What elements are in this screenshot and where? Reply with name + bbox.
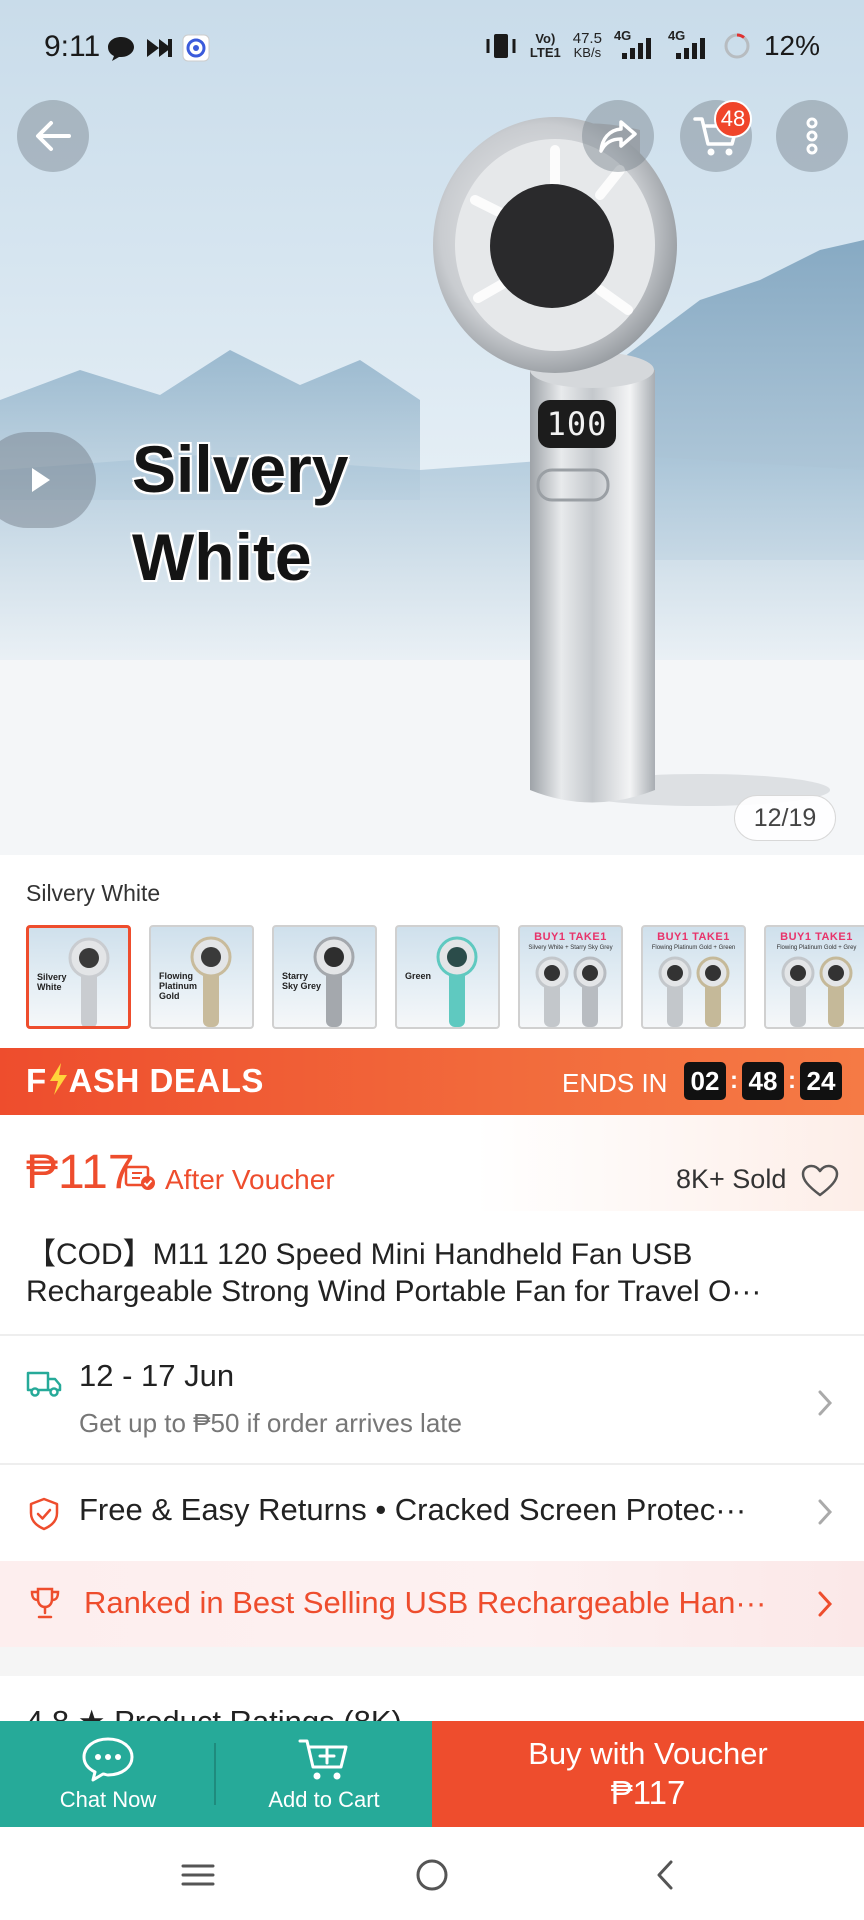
- buy-label: Buy with Voucher: [528, 1736, 768, 1771]
- vibrate-icon: [486, 34, 516, 58]
- flash-deals-title: F ASH DEALS: [26, 1062, 264, 1099]
- back-button[interactable]: [17, 100, 89, 172]
- fan-speed-display: 100: [538, 400, 616, 448]
- chevron-right-icon: [818, 1591, 833, 1617]
- buy-price: ₱117: [610, 1774, 686, 1811]
- variant-thumbnail[interactable]: Silvery White: [26, 925, 131, 1029]
- product-title-line2: Rechargeable Strong Wind Portable Fan fo…: [26, 1275, 762, 1308]
- heart-icon[interactable]: [800, 1163, 840, 1199]
- section-gap: [0, 1647, 864, 1676]
- play-icon: [32, 468, 50, 492]
- ends-in-label: ENDS IN: [562, 1068, 668, 1098]
- delivery-date: 12 - 17 Jun: [79, 1358, 235, 1393]
- variant-thumbnail[interactable]: Green: [395, 925, 500, 1029]
- system-back-button[interactable]: [636, 1847, 696, 1903]
- chevron-right-icon: [818, 1499, 833, 1525]
- recent-apps-button[interactable]: [168, 1847, 228, 1903]
- add-to-cart-button[interactable]: Add to Cart: [216, 1721, 432, 1827]
- battery-ring-icon: [724, 33, 750, 59]
- chat-now-button[interactable]: Chat Now: [0, 1721, 216, 1827]
- timer-seconds: 24: [800, 1062, 842, 1100]
- signal-sim2-icon: 4G: [668, 29, 710, 61]
- image-counter: 12/19: [734, 795, 836, 841]
- chat-now-label: Chat Now: [59, 1787, 157, 1812]
- add-to-cart-icon: [298, 1739, 348, 1780]
- cart-count-badge: 48: [714, 100, 752, 138]
- countdown-timer: 02 : 48 : 24: [684, 1062, 842, 1100]
- volte-indicator: Vo) LTE1: [529, 31, 561, 60]
- timer-hours: 02: [684, 1062, 726, 1100]
- home-circle-icon: [416, 1859, 448, 1891]
- media-forward-icon: [147, 39, 172, 57]
- chat-bubble-icon: [82, 1737, 134, 1782]
- home-button[interactable]: [402, 1847, 462, 1903]
- add-to-cart-label: Add to Cart: [268, 1787, 380, 1812]
- arrow-left-icon: [36, 121, 71, 151]
- voucher-icon: [124, 1165, 155, 1190]
- system-navigation-bar: [0, 1827, 864, 1920]
- trophy-icon: [30, 1587, 60, 1619]
- price: ₱117: [26, 1146, 135, 1199]
- signal-sim1-icon: 4G: [614, 29, 656, 61]
- variant-promo-label: BUY1 TAKE1: [780, 931, 853, 943]
- timer-minutes: 48: [742, 1062, 784, 1100]
- after-voucher-label: After Voucher: [165, 1164, 335, 1195]
- variant-caption-line2: White: [132, 520, 312, 594]
- divider: [0, 1334, 864, 1336]
- variant-thumbnail-label: Green: [405, 971, 432, 981]
- variant-thumbnail-label: Flowing Platinum Gold: [159, 971, 198, 1001]
- variant-caption-line1: Silvery: [132, 432, 349, 506]
- variant-thumbnail-strip: Silvery White Flowing Platinum Gold Starry…: [26, 925, 864, 1029]
- product-title-line1: 【COD】M11 120 Speed Mini Handheld Fan USB: [26, 1238, 693, 1271]
- variant-caption: Silvery White: [132, 425, 349, 601]
- price-row: ₱117 After Voucher 8K+ Sold: [0, 1115, 864, 1211]
- chevron-left-icon: [657, 1860, 673, 1890]
- variant-thumbnail[interactable]: BUY1 TAKE1 Silvery White + Starry Sky Gre…: [518, 925, 623, 1029]
- product-title: 【COD】M11 120 Speed Mini Handheld Fan USB…: [26, 1236, 846, 1310]
- message-icon: [108, 37, 134, 61]
- ranking-text: Ranked in Best Selling USB Rechargeable …: [84, 1585, 767, 1620]
- truck-icon: [26, 1371, 62, 1397]
- sold-count: 8K+ Sold: [676, 1164, 787, 1194]
- menu-lines-icon: [181, 1864, 215, 1886]
- variant-thumbnail-label: Starry Sky Grey: [282, 971, 322, 991]
- product-ratings-summary: 4.8 ★ Product Ratings (8K): [26, 1704, 402, 1722]
- system-indicators: Vo) LTE1 47.5 KB/s 4G 4G 12%: [484, 29, 820, 62]
- notification-icons: [106, 34, 210, 62]
- play-video-button[interactable]: [0, 432, 96, 528]
- variant-thumbnail[interactable]: BUY1 TAKE1 Flowing Platinum Gold + Green: [641, 925, 746, 1029]
- battery-percent: 12%: [763, 30, 820, 61]
- lightning-icon: [49, 1063, 67, 1095]
- bottom-action-bar: Chat Now Add to Cart Buy with Voucher ₱1…: [0, 1721, 864, 1827]
- shipping-row[interactable]: 12 - 17 Jun Get up to ₱50 if order arriv…: [0, 1338, 864, 1463]
- product-ratings-row[interactable]: 4.8 ★ Product Ratings (8K): [0, 1676, 864, 1722]
- ranking-banner[interactable]: Ranked in Best Selling USB Rechargeable …: [0, 1561, 864, 1647]
- buy-with-voucher-button[interactable]: Buy with Voucher ₱117: [432, 1721, 864, 1827]
- selected-variant-label: Silvery White: [26, 880, 161, 906]
- variant-promo-label: BUY1 TAKE1: [534, 931, 607, 943]
- share-button[interactable]: [582, 100, 654, 172]
- variant-thumbnail-label: Silvery White: [37, 972, 67, 992]
- more-options-button[interactable]: [776, 100, 848, 172]
- status-bar: 9:11 Vo) LTE1 47.5 KB/s 4G 4G 12%: [0, 0, 864, 96]
- variant-promo-sublabel: Flowing Platinum Gold + Green: [651, 945, 736, 951]
- variant-promo-sublabel: Silvery White + Starry Sky Grey: [528, 945, 613, 951]
- more-vertical-icon: [806, 117, 818, 155]
- chevron-right-icon: [818, 1390, 833, 1416]
- share-icon: [599, 120, 637, 153]
- shield-check-icon: [29, 1497, 59, 1531]
- variant-thumbnail[interactable]: BUY1 TAKE1 Flowing Platinum Gold + Grey: [764, 925, 864, 1029]
- variant-thumbnail[interactable]: Starry Sky Grey: [272, 925, 377, 1029]
- returns-text: Free & Easy Returns • Cracked Screen Pro…: [79, 1492, 747, 1527]
- app-notification-icon: [182, 34, 210, 62]
- network-speed: 47.5 KB/s: [572, 30, 602, 60]
- variant-promo-sublabel: Flowing Platinum Gold + Grey: [776, 945, 857, 951]
- returns-row[interactable]: Free & Easy Returns • Cracked Screen Pro…: [0, 1465, 864, 1557]
- status-time: 9:11: [44, 30, 101, 63]
- flash-deals-bar[interactable]: F ASH DEALS ENDS IN 02 : 48 : 24: [0, 1048, 864, 1115]
- variant-promo-label: BUY1 TAKE1: [657, 931, 730, 943]
- variant-thumbnail[interactable]: Flowing Platinum Gold: [149, 925, 254, 1029]
- late-delivery-note: Get up to ₱50 if order arrives late: [79, 1408, 462, 1438]
